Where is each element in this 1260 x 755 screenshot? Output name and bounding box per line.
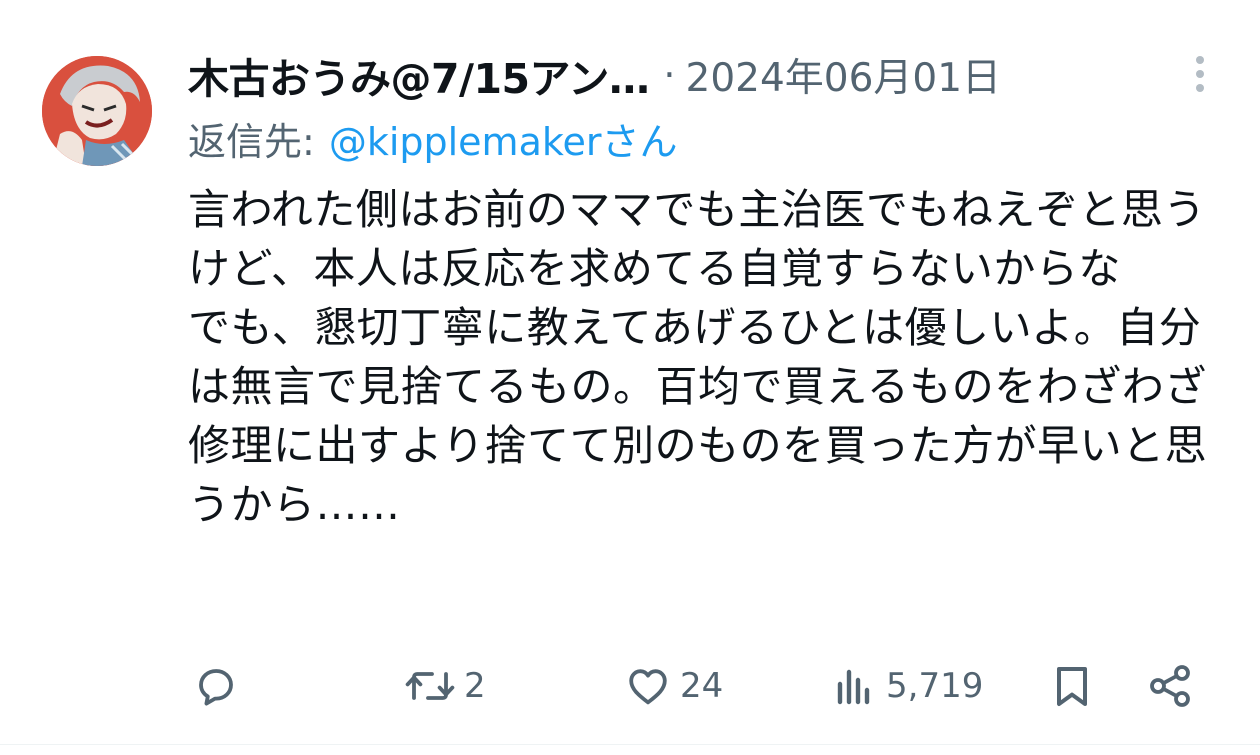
share-button[interactable]: [1146, 652, 1196, 720]
bookmark-icon: [1057, 667, 1087, 706]
views-icon: [837, 669, 870, 705]
bookmark-button[interactable]: [1050, 652, 1094, 720]
retweet-icon: [405, 672, 455, 700]
like-count: 24: [680, 666, 724, 706]
tweet-date[interactable]: 2024年06月01日: [686, 47, 1002, 103]
reply-handle-link[interactable]: @kipplemakerさん: [329, 111, 678, 166]
retweet-count: 2: [464, 666, 486, 706]
reply-icon: [199, 669, 233, 706]
author-name[interactable]: 木古おうみ@7/15アン…: [188, 45, 650, 105]
like-button[interactable]: 24: [624, 652, 723, 720]
reply-label: 返信先:: [188, 119, 315, 164]
avatar[interactable]: [42, 56, 152, 166]
reply-button[interactable]: [192, 652, 240, 720]
tweet-body: 言われた側はお前のママでも主治医でもねえぞと思うけど、本人は反応を求めてる自覚す…: [188, 185, 1208, 529]
divider: [0, 744, 1260, 745]
views-count: 5,719: [886, 666, 984, 706]
action-bar: 2 24 5,719: [0, 652, 1260, 720]
heart-icon: [629, 669, 667, 705]
more-dot: [1196, 84, 1204, 92]
share-icon: [1150, 665, 1190, 707]
tweet-header: 木古おうみ@7/15アン… · 2024年06月01日: [188, 44, 1188, 106]
header-separator: ·: [663, 53, 676, 97]
views-button[interactable]: 5,719: [832, 652, 983, 720]
more-dot: [1196, 56, 1204, 64]
reply-to: 返信先: @kipplemakerさん: [188, 110, 678, 166]
retweet-button[interactable]: 2: [404, 652, 486, 720]
more-dot: [1196, 70, 1204, 78]
avatar-image: [42, 56, 152, 166]
tweet: 木古おうみ@7/15アン… · 2024年06月01日 返信先: @kipple…: [0, 0, 1260, 755]
more-options-icon[interactable]: [1182, 52, 1218, 96]
